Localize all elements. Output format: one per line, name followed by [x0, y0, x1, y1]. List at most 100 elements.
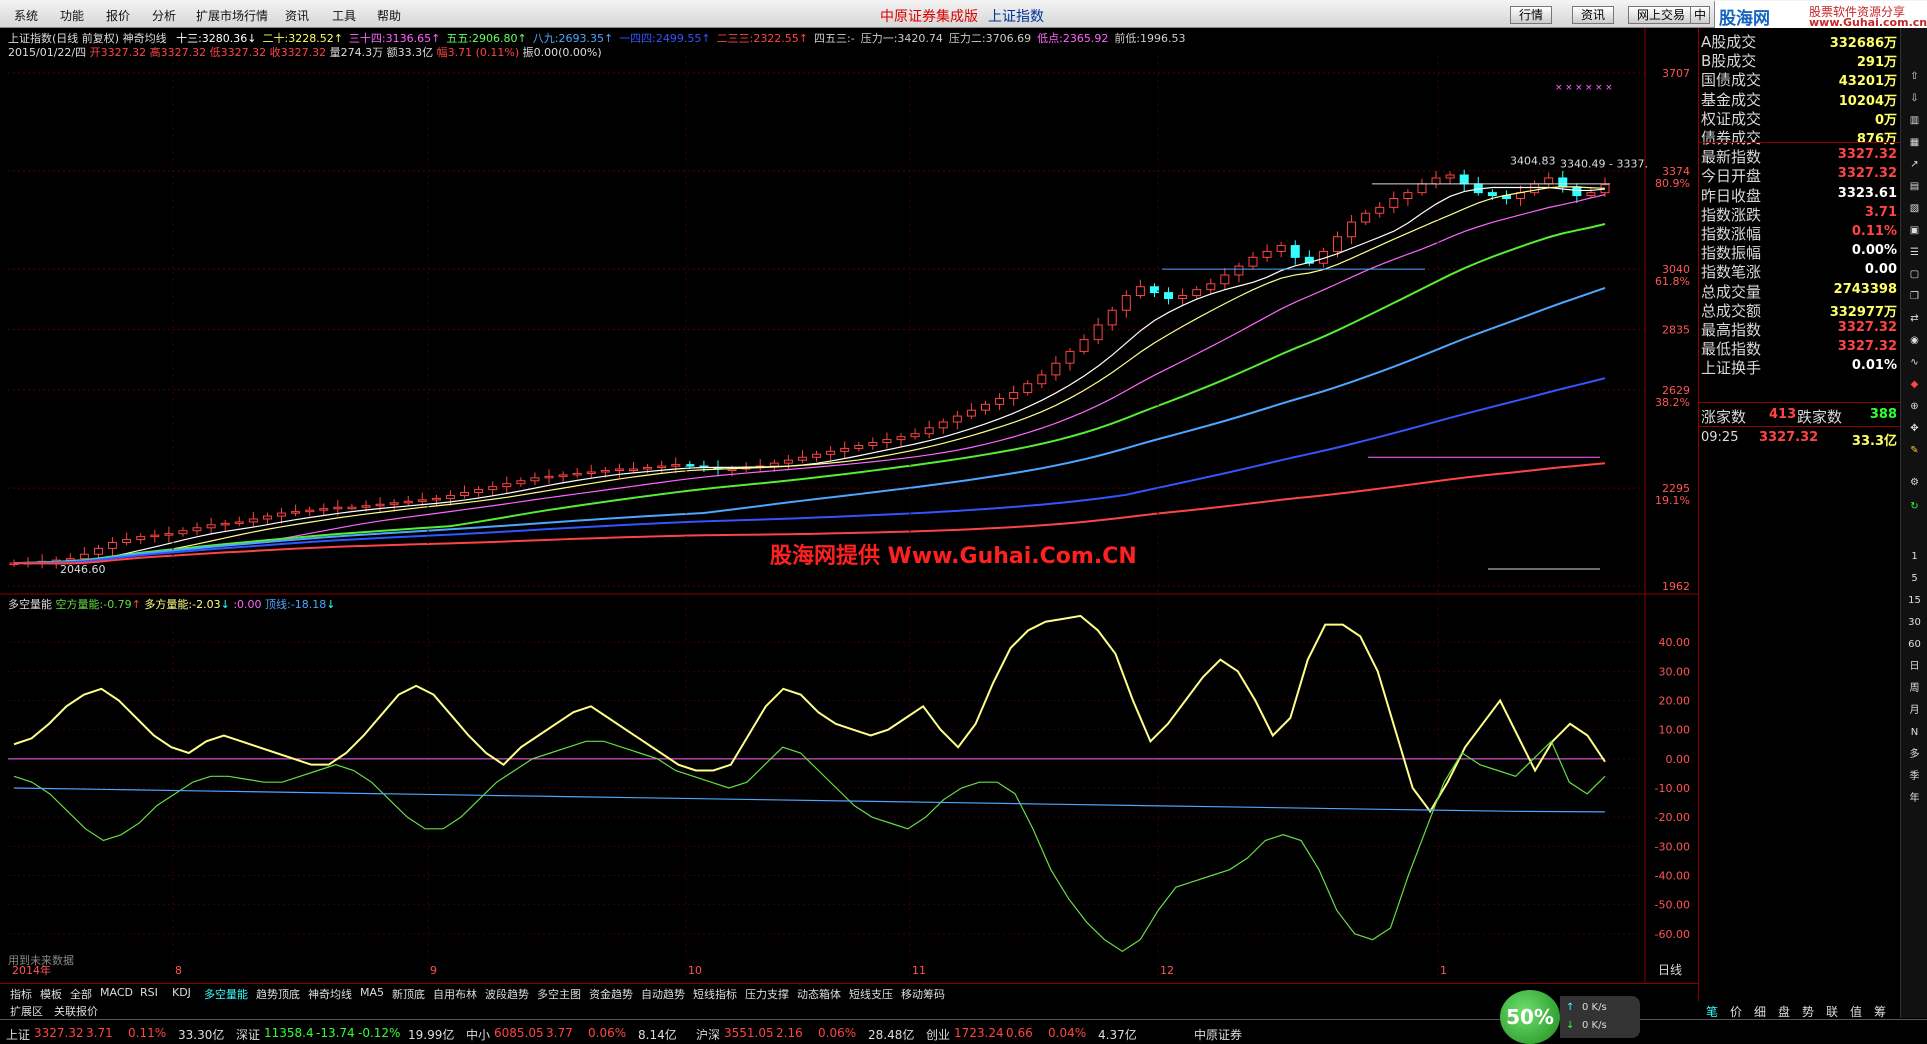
toolbar-compare-icon[interactable]: ⇄ — [1905, 310, 1924, 327]
top-line-label: 顶线: — [265, 598, 291, 611]
toolbar-up-icon[interactable]: ⇧ — [1905, 68, 1924, 85]
tab-extension-area[interactable]: 扩展区 — [10, 1003, 43, 1019]
toolbar-chart-icon[interactable]: ▤ — [1905, 178, 1924, 195]
toolbar-pen-icon[interactable]: ✎ — [1905, 442, 1924, 459]
menu-analysis[interactable]: 分析 — [152, 7, 176, 24]
network-speed-gauge[interactable]: 50% — [1500, 990, 1560, 1044]
panel-tab[interactable]: 细 — [1754, 1003, 1766, 1020]
indicator-tab[interactable]: 自动趋势 — [641, 986, 685, 1002]
status-quote-field: 3327.32 — [34, 1026, 84, 1040]
indicator-tab[interactable]: 模板 — [40, 986, 62, 1002]
period-button[interactable]: 月 — [1905, 702, 1924, 719]
status-quote-field: 0.06% — [818, 1026, 857, 1040]
candle-body — [924, 427, 934, 435]
candle-body — [572, 472, 582, 476]
menu-quote[interactable]: 报价 — [106, 7, 130, 24]
period-button[interactable]: 15 — [1905, 592, 1924, 609]
toolbar-bar-icon[interactable]: ▧ — [1905, 200, 1924, 217]
period-button[interactable]: 30 — [1905, 614, 1924, 631]
toolbar-line-icon[interactable]: ∿ — [1905, 354, 1924, 371]
toolbar-refresh-icon[interactable]: ↻ — [1905, 498, 1924, 515]
toolbar-zoom-icon[interactable]: ◉ — [1905, 332, 1924, 349]
indicator-tab[interactable]: 神奇均线 — [308, 986, 352, 1002]
toolbar-rsi-icon[interactable]: ◆ — [1905, 376, 1924, 393]
menu-function[interactable]: 功能 — [60, 7, 84, 24]
low-value: 3327.32 — [220, 46, 267, 59]
candle-body — [1459, 174, 1469, 185]
indicator-tab[interactable]: 多空主图 — [537, 986, 581, 1002]
indicator-tab[interactable]: MACD — [100, 986, 133, 999]
indicator-tab[interactable]: 压力支撑 — [745, 986, 789, 1002]
panel-tab[interactable]: 笔 — [1706, 1003, 1718, 1020]
period-button[interactable]: 1 — [1905, 548, 1924, 565]
panel-tab[interactable]: 筹 — [1874, 1003, 1886, 1020]
more-button[interactable]: 中 — [1690, 6, 1711, 24]
indicator-tab[interactable]: RSI — [140, 986, 158, 999]
tab-related-quotes[interactable]: 关联报价 — [54, 1003, 98, 1019]
indicator-tab[interactable]: KDJ — [172, 986, 191, 999]
info-button[interactable]: 资讯 — [1572, 6, 1615, 24]
period-button[interactable]: N — [1905, 724, 1924, 741]
period-button[interactable]: 多 — [1905, 746, 1924, 763]
indicator-tab[interactable]: 多空量能 — [204, 986, 248, 1002]
index-title: 上证指数 — [988, 9, 1044, 25]
indicator-tab[interactable]: 短线指标 — [693, 986, 737, 1002]
toolbar-trend-icon[interactable]: ↗ — [1905, 156, 1924, 173]
marker-x: × — [1555, 83, 1563, 93]
toolbar-window-icon[interactable]: ❐ — [1905, 288, 1924, 305]
toolbar-grid-icon[interactable]: ▦ — [1905, 134, 1924, 151]
indicator-tab[interactable]: 动态箱体 — [797, 986, 841, 1002]
indicator-tab[interactable]: 移动筹码 — [901, 986, 945, 1002]
indicator-tab[interactable]: 趋势顶底 — [256, 986, 300, 1002]
stat-value: 3.71 — [1864, 204, 1897, 220]
chart-canvas[interactable]: 3707337480.9%304061.8%2835262938.2%22951… — [0, 28, 1698, 988]
extension-tab-bar: 扩展区 关联报价 — [0, 1001, 1698, 1019]
stat-label: B股成交 — [1701, 52, 1757, 71]
toolbar-list-icon[interactable]: ☰ — [1905, 244, 1924, 261]
menu-tools[interactable]: 工具 — [332, 7, 356, 24]
toolbar-settings-icon[interactable]: ⚙ — [1905, 474, 1924, 491]
menu-help[interactable]: 帮助 — [377, 7, 401, 24]
indicator-tab[interactable]: 新顶底 — [392, 986, 425, 1002]
period-button[interactable]: 年 — [1905, 790, 1924, 807]
toolbar-doc-icon[interactable]: ▢ — [1905, 266, 1924, 283]
period-button[interactable]: 日 — [1905, 658, 1924, 675]
status-quote-field: -0.12% — [358, 1026, 401, 1040]
time-axis-label: 8 — [175, 964, 182, 977]
period-button[interactable]: 周 — [1905, 680, 1924, 697]
divider — [1699, 142, 1901, 143]
indicator-tab[interactable]: 自用布林 — [433, 986, 477, 1002]
quote-button[interactable]: 行情 — [1510, 6, 1553, 24]
panel-tab[interactable]: 势 — [1802, 1003, 1814, 1020]
toolbar-down-icon[interactable]: ⇩ — [1905, 90, 1924, 107]
indicator-tab[interactable]: 资金趋势 — [589, 986, 633, 1002]
toolbar-kline-icon[interactable]: ▥ — [1905, 112, 1924, 129]
candle-body — [445, 494, 455, 499]
panel-tab[interactable]: 值 — [1850, 1003, 1862, 1020]
panel-tab[interactable]: 联 — [1826, 1003, 1838, 1020]
candle-body — [1037, 374, 1047, 385]
candle-body — [1051, 362, 1061, 376]
indicator-tab[interactable]: 短线支压 — [849, 986, 893, 1002]
stat-value: 876万 — [1856, 132, 1897, 147]
indicator-tab[interactable]: 全部 — [70, 986, 92, 1002]
online-trade-button[interactable]: 网上交易 — [1628, 6, 1695, 24]
panel-tab[interactable]: 价 — [1730, 1003, 1742, 1020]
stat-row: 最新指数 3327.32 — [1699, 146, 1901, 166]
panel-tab[interactable]: 盘 — [1778, 1003, 1790, 1020]
menu-system[interactable]: 系统 — [14, 7, 38, 24]
toolbar-move-icon[interactable]: ✥ — [1905, 420, 1924, 437]
indicator-tab[interactable]: MA5 — [360, 986, 384, 999]
toolbar-table-icon[interactable]: ▣ — [1905, 222, 1924, 239]
period-button[interactable]: 季 — [1905, 768, 1924, 785]
period-button[interactable]: 60 — [1905, 636, 1924, 653]
indicator-tab[interactable]: 指标 — [10, 986, 32, 1002]
menu-info[interactable]: 资讯 — [285, 7, 309, 24]
chart-area[interactable]: 3707 3374 80.9% 3040 61.8% 2835 2629 38.2% 2295 1… — [0, 28, 1698, 988]
period-button[interactable]: 5 — [1905, 570, 1924, 587]
toolbar-lock-icon[interactable]: ⊕ — [1905, 398, 1924, 415]
indicator-tab[interactable]: 波段趋势 — [485, 986, 529, 1002]
candle-body — [643, 467, 653, 470]
menu-extended-market[interactable]: 扩展市场行情 — [196, 7, 268, 24]
download-speed: 0 K/s — [1582, 1020, 1607, 1031]
